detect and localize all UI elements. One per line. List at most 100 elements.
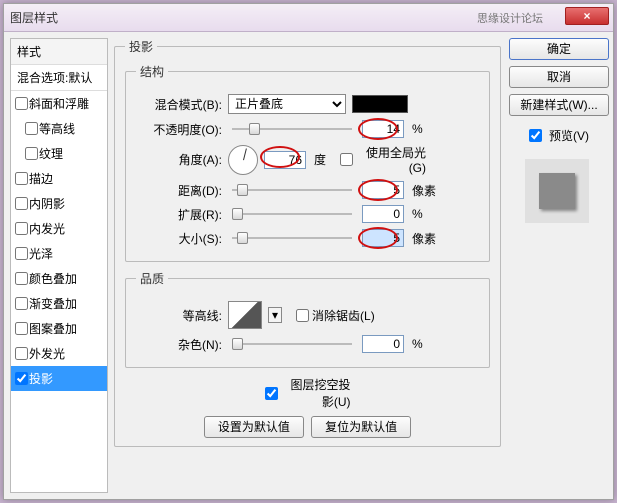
opacity-row: 不透明度(O): % [136, 120, 479, 138]
sidebar-checkbox[interactable] [15, 197, 28, 210]
contour-label: 等高线: [136, 307, 222, 324]
layer-style-dialog: 图层样式 思缘设计论坛 × 样式 混合选项:默认 斜面和浮雕等高线纹理描边内阴影… [3, 3, 614, 500]
sidebar-item-5[interactable]: 内发光 [11, 216, 107, 241]
preview-checkbox[interactable]: 预览(V) [507, 126, 607, 145]
sidebar-header[interactable]: 样式 [11, 39, 107, 65]
window-title: 图层样式 [10, 9, 58, 26]
sidebar-item-label: 图案叠加 [29, 320, 77, 337]
shadow-color-swatch[interactable] [352, 95, 408, 113]
quality-legend: 品质 [136, 270, 168, 287]
sidebar-item-10[interactable]: 外发光 [11, 341, 107, 366]
sidebar-item-label: 光泽 [29, 245, 53, 262]
angle-input[interactable] [264, 151, 306, 169]
ok-button[interactable]: 确定 [509, 38, 609, 60]
sidebar-item-9[interactable]: 图案叠加 [11, 316, 107, 341]
sidebar-item-2[interactable]: 纹理 [11, 141, 107, 166]
sidebar-item-label: 斜面和浮雕 [29, 95, 89, 112]
cancel-button[interactable]: 取消 [509, 66, 609, 88]
sidebar-checkbox[interactable] [15, 322, 28, 335]
sidebar-item-label: 纹理 [39, 145, 63, 162]
blend-mode-select[interactable]: 正片叠底 [228, 94, 346, 114]
sidebar-item-8[interactable]: 渐变叠加 [11, 291, 107, 316]
close-button[interactable]: × [565, 7, 609, 25]
blend-mode-label: 混合模式(B): [136, 96, 222, 113]
sidebar-checkbox[interactable] [15, 97, 28, 110]
sidebar-checkbox[interactable] [15, 347, 28, 360]
preview-swatch [525, 159, 589, 223]
slider-thumb[interactable] [249, 123, 260, 135]
antialias-checkbox[interactable]: 消除锯齿(L) [296, 307, 382, 324]
opacity-input[interactable] [362, 120, 404, 138]
sidebar-checkbox[interactable] [15, 222, 28, 235]
new-style-button[interactable]: 新建样式(W)... [509, 94, 609, 116]
noise-unit: % [412, 337, 423, 351]
noise-label: 杂色(N): [136, 336, 222, 353]
noise-row: 杂色(N): % [136, 335, 479, 353]
structure-legend: 结构 [136, 63, 168, 80]
spread-row: 扩展(R): % [136, 205, 479, 223]
sidebar-item-6[interactable]: 光泽 [11, 241, 107, 266]
size-label: 大小(S): [136, 230, 222, 247]
sidebar-blend-options[interactable]: 混合选项:默认 [11, 65, 107, 91]
angle-label: 角度(A): [136, 151, 222, 168]
distance-slider[interactable] [232, 189, 352, 191]
spread-unit: % [412, 207, 423, 221]
size-slider[interactable] [232, 237, 352, 239]
distance-unit: 像素 [412, 182, 436, 199]
sidebar-checkbox[interactable] [25, 147, 38, 160]
titlebar: 图层样式 思缘设计论坛 × [4, 4, 613, 32]
sidebar-item-label: 内发光 [29, 220, 65, 237]
sidebar-item-label: 外发光 [29, 345, 65, 362]
slider-thumb[interactable] [232, 208, 243, 220]
sidebar-item-label: 渐变叠加 [29, 295, 77, 312]
distance-input[interactable] [362, 181, 404, 199]
preview-inner [539, 173, 575, 209]
size-row: 大小(S): 像素 [136, 229, 479, 247]
sidebar-item-label: 颜色叠加 [29, 270, 77, 287]
chevron-down-icon[interactable]: ▾ [268, 307, 282, 323]
watermark-text: 思缘设计论坛 [477, 10, 543, 26]
sidebar-item-0[interactable]: 斜面和浮雕 [11, 91, 107, 116]
spread-input[interactable] [362, 205, 404, 223]
distance-label: 距离(D): [136, 182, 222, 199]
contour-row: 等高线: ▾ 消除锯齿(L) [136, 301, 479, 329]
sidebar-item-11[interactable]: 投影 [11, 366, 107, 391]
panel-title: 投影 [125, 38, 157, 55]
contour-picker[interactable] [228, 301, 262, 329]
sidebar-checkbox[interactable] [15, 297, 28, 310]
knockout-row: 图层挖空投影(U) [125, 376, 490, 410]
sidebar-item-label: 投影 [29, 370, 53, 387]
blend-mode-row: 混合模式(B): 正片叠底 [136, 94, 479, 114]
sidebar-checkbox[interactable] [15, 172, 28, 185]
opacity-unit: % [412, 122, 423, 136]
main-panel: 投影 结构 混合模式(B): 正片叠底 不透明度(O): [114, 38, 501, 493]
slider-thumb[interactable] [237, 232, 248, 244]
global-light-checkbox[interactable]: 使用全局光(G) [340, 144, 426, 175]
sidebar-item-3[interactable]: 描边 [11, 166, 107, 191]
angle-dial[interactable] [228, 145, 258, 175]
opacity-slider[interactable] [232, 128, 352, 130]
knockout-checkbox[interactable]: 图层挖空投影(U) [265, 376, 351, 410]
angle-row: 角度(A): 度 使用全局光(G) [136, 144, 479, 175]
spread-label: 扩展(R): [136, 206, 222, 223]
sidebar-item-label: 内阴影 [29, 195, 65, 212]
sidebar-checkbox[interactable] [25, 122, 38, 135]
noise-input[interactable] [362, 335, 404, 353]
sidebar-checkbox[interactable] [15, 272, 28, 285]
opacity-label: 不透明度(O): [136, 121, 222, 138]
slider-thumb[interactable] [232, 338, 243, 350]
sidebar-item-4[interactable]: 内阴影 [11, 191, 107, 216]
slider-thumb[interactable] [237, 184, 248, 196]
reset-default-button[interactable]: 复位为默认值 [311, 416, 411, 438]
sidebar-checkbox[interactable] [15, 247, 28, 260]
default-buttons-row: 设置为默认值 复位为默认值 [125, 416, 490, 438]
noise-slider[interactable] [232, 343, 352, 345]
size-input[interactable] [362, 229, 404, 247]
spread-slider[interactable] [232, 213, 352, 215]
sidebar-checkbox[interactable] [15, 372, 28, 385]
sidebar-item-1[interactable]: 等高线 [11, 116, 107, 141]
right-column: 确定 取消 新建样式(W)... 预览(V) [507, 38, 607, 493]
sidebar-item-7[interactable]: 颜色叠加 [11, 266, 107, 291]
angle-unit: 度 [314, 151, 326, 168]
set-default-button[interactable]: 设置为默认值 [204, 416, 304, 438]
